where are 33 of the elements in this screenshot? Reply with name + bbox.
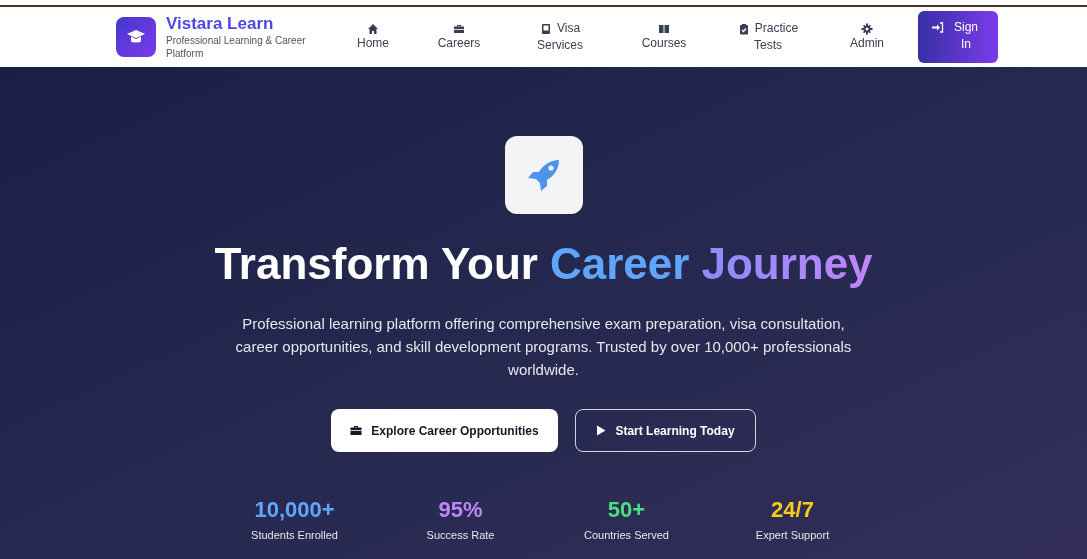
home-icon [367,22,379,35]
passport-icon [539,22,552,35]
stat-value: 95% [438,496,483,524]
stat-value: 24/7 [771,496,814,524]
nav-link[interactable]: Home [330,22,416,52]
sign-in-icon [932,22,944,33]
stat-label: Countries Served [584,528,669,542]
explore-button[interactable]: Explore Career Opportunities [331,409,558,452]
open-book-icon [658,22,670,35]
gear-icon [861,22,873,35]
nav-link[interactable]: Visa Services [502,20,618,54]
clipboard-icon [737,22,750,35]
stat-value: 50+ [607,496,646,524]
brand-tagline: Professional Learning & Career Platform [166,34,307,60]
hero-title-part: Career [549,238,690,290]
nav-link[interactable]: Practice Tests [710,20,826,54]
rocket-icon [525,157,562,193]
stat-label: Expert Support [755,528,830,542]
briefcase-icon [453,22,465,35]
start-learning-button[interactable]: Start Learning Today [575,409,756,452]
stat-label: Students Enrolled [251,528,338,542]
stat-label: Success Rate [426,528,495,542]
nav-link[interactable]: Admin [826,22,908,52]
brand-name[interactable]: Vistara Learn [166,14,326,34]
nav-link[interactable]: Careers [416,22,502,52]
stat-value: 10,000+ [254,496,335,524]
briefcase-icon [350,425,363,436]
nav-link[interactable]: Courses [618,22,710,52]
hero-title-part: Transform Your [214,238,538,290]
play-icon [596,425,607,436]
hero-description: Professional learning platform offering comprehensive exam preparation, visa consultation, career opportunities, and skill development programs. Trusted by over 10,000+ professionals worldwide. [234,314,853,380]
sign-in-button[interactable]: Sign In [918,11,998,63]
graduation-cap-icon [126,29,146,45]
